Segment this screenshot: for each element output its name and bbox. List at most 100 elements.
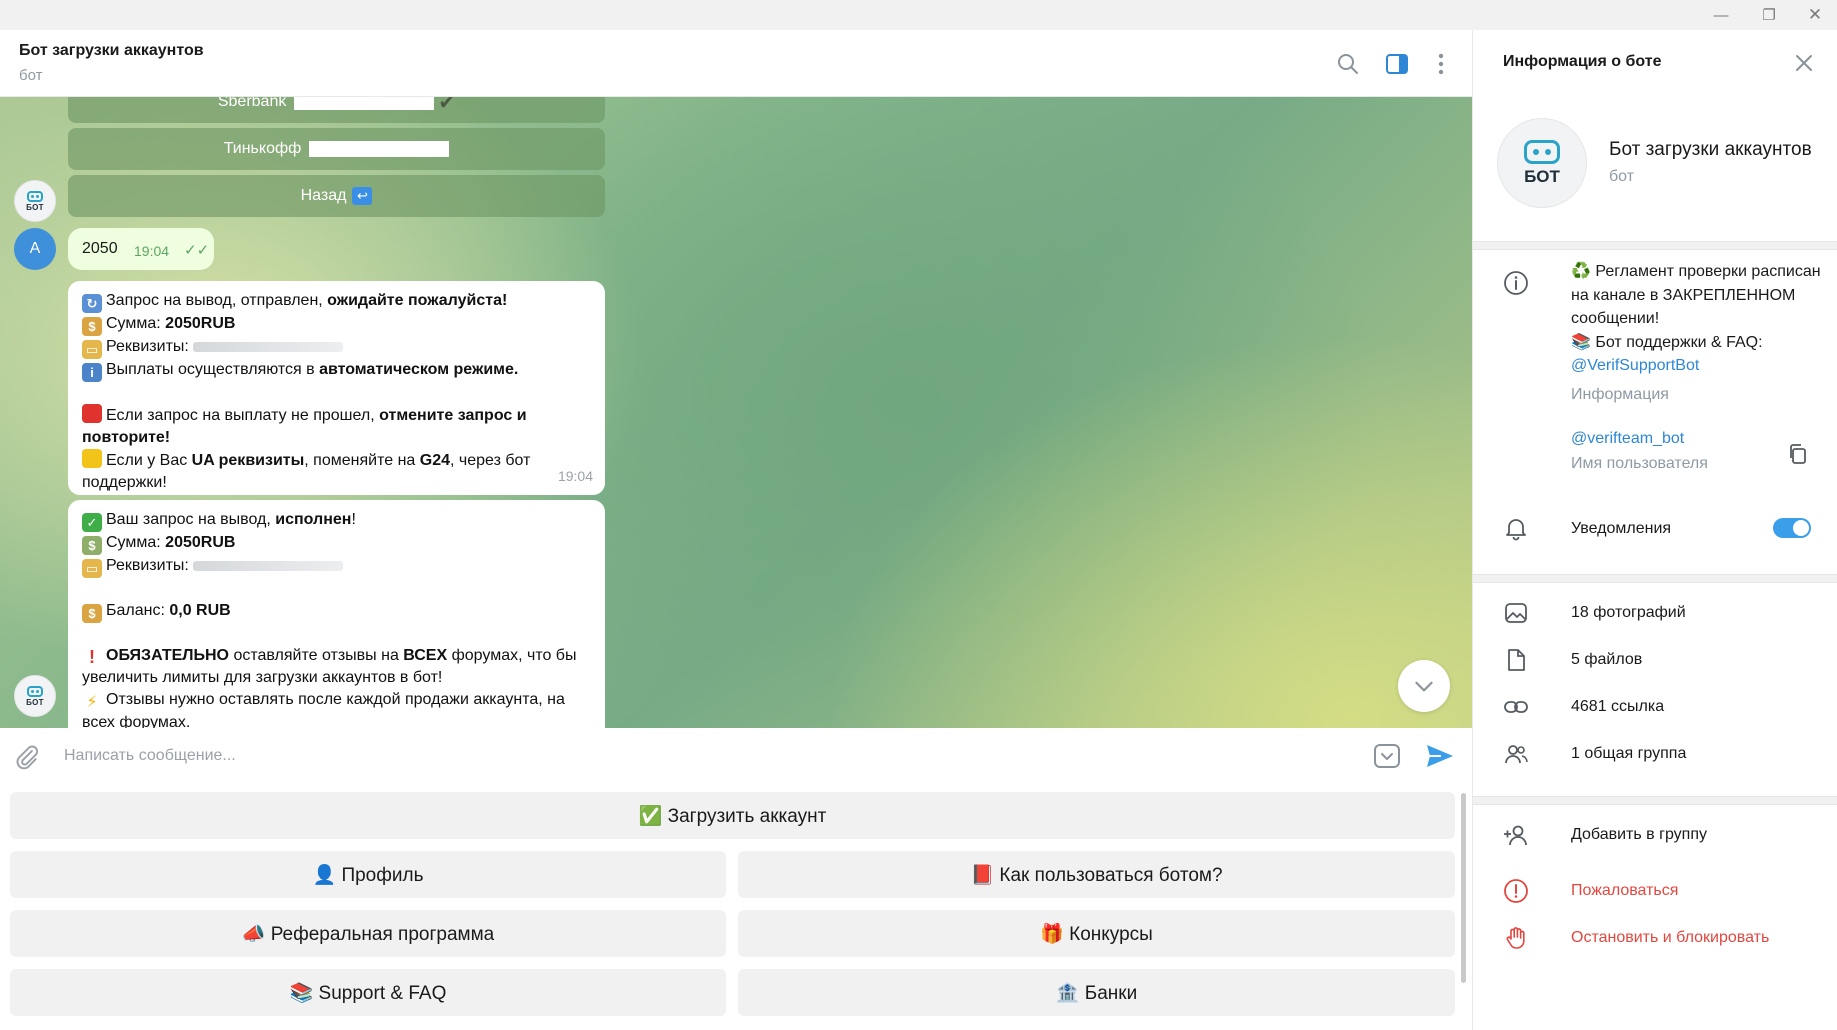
username-caption: Имя пользователя — [1571, 455, 1708, 472]
notifications-toggle[interactable] — [1773, 518, 1811, 538]
message-line: $ Баланс: 0,0 RUB — [82, 600, 591, 623]
message-line — [82, 578, 591, 600]
keyboard-scrollbar[interactable] — [1461, 793, 1466, 983]
credit-card-icon: ▭ — [82, 340, 102, 359]
message-input[interactable] — [64, 744, 1064, 768]
message-line — [82, 623, 591, 645]
money-bag-icon: $ — [82, 604, 102, 623]
message-composer — [0, 728, 1472, 784]
money-bag-icon: $ — [82, 317, 102, 336]
how-to-use-button[interactable]: 📕 Как пользоваться ботом? — [738, 851, 1455, 898]
message-line: ↻ Запрос на вывод, отправлен, ожидайте по… — [82, 290, 591, 313]
banks-button[interactable]: 🏦 Банки — [738, 969, 1455, 1016]
check-mark-icon: ✓ — [82, 513, 102, 532]
support-bot-link[interactable]: @VerifSupportBot — [1571, 354, 1821, 378]
bot-info-panel: Информация о боте БОТ Бот загрузки аккау… — [1472, 30, 1837, 1030]
refresh-icon: ↻ — [82, 294, 102, 313]
chat-status: бот — [19, 67, 43, 84]
inline-button-tinkoff[interactable]: Тинькофф — [68, 128, 605, 170]
chat-header[interactable]: Бот загрузки аккаунтов бот — [0, 30, 1472, 97]
window-titlebar: — ❐ ✕ — [0, 0, 1837, 30]
sidebar-toggle-icon[interactable] — [1385, 52, 1409, 76]
block-button[interactable]: Остановить и блокировать — [1571, 929, 1769, 947]
money-wings-icon: $ — [82, 536, 102, 555]
message-text: 2050 — [82, 240, 118, 257]
robot-icon — [27, 190, 43, 202]
bot-keyboard-toggle-icon[interactable] — [1373, 743, 1401, 769]
maximize-button[interactable]: ❐ — [1746, 2, 1792, 28]
bot-description: ♻️ Регламент проверки расписан на канале… — [1571, 260, 1821, 378]
add-user-icon — [1504, 825, 1527, 846]
message-line: ⚡ Отзывы нужно оставлять после каждой про… — [82, 691, 565, 728]
minimize-button[interactable]: — — [1698, 2, 1744, 28]
message-line: $ Сумма: 2050RUB — [82, 313, 591, 336]
copy-icon[interactable] — [1787, 442, 1809, 466]
read-checkmarks-icon: ✓✓ — [184, 242, 210, 259]
support-faq-button[interactable]: 📚 Support & FAQ — [10, 969, 726, 1016]
inline-button-label: Sberbank — [217, 97, 287, 110]
inline-button-label: Тинькофф — [223, 140, 302, 157]
message-line: ! ОБЯЗАТЕЛЬНО оставляйте отзывы на ВСЕХ ф… — [82, 647, 577, 686]
incoming-message-withdraw-done[interactable]: ✓ Ваш запрос на вывод, исполнен! $ Сумма: … — [68, 500, 605, 728]
message-line — [82, 382, 591, 404]
file-icon — [1508, 649, 1525, 671]
lightning-icon: ⚡ — [86, 694, 98, 711]
info-icon — [1504, 271, 1528, 295]
upload-account-button[interactable]: ✅ Загрузить аккаунт — [10, 792, 1455, 839]
message-line: ▭ Реквизиты: — [82, 555, 591, 578]
bot-avatar[interactable]: БОТ — [14, 180, 56, 222]
back-arrow-icon: ↩ — [352, 187, 373, 205]
robot-icon — [27, 685, 43, 697]
photo-icon — [1505, 603, 1527, 623]
message-line: $ Сумма: 2050RUB — [82, 532, 591, 555]
report-icon — [1504, 879, 1528, 903]
bot-type: бот — [1609, 168, 1635, 185]
redacted-requisites — [193, 341, 344, 352]
bot-avatar[interactable]: БОТ — [14, 675, 56, 717]
user-avatar[interactable]: A — [14, 228, 56, 270]
stop-hand-icon — [1506, 927, 1525, 949]
add-to-group-button[interactable]: Добавить в группу — [1571, 826, 1707, 844]
report-button[interactable]: Пожаловаться — [1571, 882, 1678, 900]
chevron-down-icon — [1415, 681, 1433, 692]
redacted-text — [309, 141, 450, 157]
links-count[interactable]: 4681 ссылка — [1571, 698, 1664, 716]
close-icon[interactable] — [1793, 52, 1815, 74]
notifications-label: Уведомления — [1571, 520, 1672, 537]
username-link[interactable]: @verifteam_bot — [1571, 430, 1684, 448]
inline-button-back[interactable]: Назад ↩ — [68, 175, 605, 217]
reply-keyboard: ✅ Загрузить аккаунт 👤 Профиль 📕 Как поль… — [0, 784, 1472, 1030]
window-close-button[interactable]: ✕ — [1792, 2, 1837, 28]
contests-button[interactable]: 🎁 Конкурсы — [738, 910, 1455, 957]
redacted-requisites — [193, 560, 344, 571]
photos-count[interactable]: 18 фотографий — [1571, 604, 1686, 622]
message-line: Если у Вас UA реквизиты, поменяйте на G2… — [82, 449, 591, 494]
search-icon[interactable] — [1336, 52, 1360, 76]
incoming-message-withdraw-request[interactable]: ↻ Запрос на вывод, отправлен, ожидайте по… — [68, 281, 605, 495]
send-icon[interactable] — [1425, 742, 1455, 770]
bot-profile-avatar[interactable]: БОТ — [1497, 118, 1587, 208]
attach-icon[interactable] — [14, 744, 40, 770]
section-divider — [1473, 241, 1837, 250]
groups-count[interactable]: 1 общая группа — [1571, 745, 1686, 763]
panel-title: Информация о боте — [1503, 53, 1662, 70]
link-icon — [1504, 701, 1528, 713]
robot-icon — [1524, 139, 1560, 164]
red-square-icon — [82, 404, 102, 423]
messages-area[interactable]: Sberbank ✔ Тинькофф Назад ↩ БОТ A 2050 1… — [0, 97, 1472, 728]
referral-program-button[interactable]: 📣 Реферальная программа — [10, 910, 726, 957]
group-icon — [1505, 745, 1528, 764]
message-line: Если запрос на выплату не прошел, отмени… — [82, 404, 591, 449]
yellow-square-icon — [82, 449, 102, 468]
message-line: i Выплаты осуществляются в автоматическом… — [82, 359, 591, 382]
scroll-down-button[interactable] — [1398, 660, 1450, 712]
more-options-icon[interactable] — [1429, 52, 1453, 76]
message-time: 19:04 — [557, 468, 593, 484]
section-divider — [1473, 574, 1837, 583]
outgoing-message[interactable]: 2050 19:04 ✓✓ — [68, 228, 214, 270]
inline-button-sberbank[interactable]: Sberbank ✔ — [68, 97, 605, 123]
profile-button[interactable]: 👤 Профиль — [10, 851, 726, 898]
chat-title: Бот загрузки аккаунтов — [19, 42, 204, 59]
check-icon: ✔ — [438, 97, 456, 114]
files-count[interactable]: 5 файлов — [1571, 651, 1642, 669]
